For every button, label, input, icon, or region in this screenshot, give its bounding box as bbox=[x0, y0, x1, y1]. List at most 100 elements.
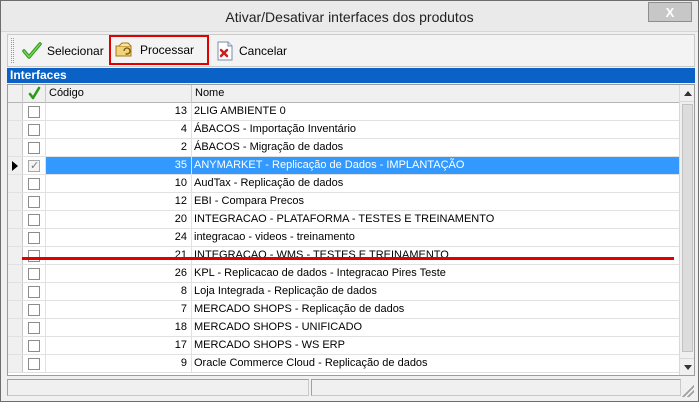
row-checkbox[interactable] bbox=[28, 124, 40, 136]
row-indicator[interactable] bbox=[8, 121, 23, 138]
name-cell: AudTax - Replicação de dados bbox=[194, 177, 344, 189]
row-checkbox[interactable] bbox=[28, 340, 40, 352]
name-cell: EBI - Compara Precos bbox=[194, 195, 305, 207]
row-checkbox[interactable] bbox=[28, 322, 40, 334]
code-column-header[interactable]: Código bbox=[46, 85, 192, 103]
row-indicator[interactable] bbox=[8, 229, 23, 246]
row-checkbox[interactable] bbox=[28, 106, 40, 118]
row-indicator[interactable] bbox=[8, 139, 23, 156]
grid-rows: 13 2LIG AMBIENTE 0 4 ÁBACOS - Importação In… bbox=[8, 103, 679, 373]
annotation-underline bbox=[22, 257, 674, 260]
interfaces-grid: Código Nome 13 2LIG AMBIENTE 0 4 ÁBACOS - I… bbox=[7, 84, 695, 376]
row-checkbox[interactable] bbox=[28, 196, 40, 208]
name-column-header[interactable]: Nome bbox=[192, 85, 679, 103]
status-bar bbox=[7, 378, 695, 398]
name-cell: Oracle Commerce Cloud - Replicação de da… bbox=[194, 357, 428, 369]
toolbar: Selecionar Processar Cancelar bbox=[7, 34, 695, 67]
table-row[interactable]: 17 MERCADO SHOPS - WS ERP bbox=[8, 337, 679, 355]
row-checkbox[interactable] bbox=[28, 358, 40, 370]
table-row[interactable]: 2 ÁBACOS - Migração de dados bbox=[8, 139, 679, 157]
table-row[interactable]: 7 MERCADO SHOPS - Replicação de dados bbox=[8, 301, 679, 319]
row-checkbox-cell bbox=[23, 337, 46, 354]
process-button[interactable]: Processar bbox=[109, 35, 209, 65]
toolbar-grip[interactable] bbox=[11, 38, 14, 63]
close-button[interactable]: X bbox=[648, 2, 692, 22]
row-indicator[interactable] bbox=[8, 301, 23, 318]
row-indicator[interactable] bbox=[8, 247, 23, 264]
check-column-header[interactable] bbox=[23, 85, 46, 103]
name-cell: KPL - Replicacao de dados - Integracao P… bbox=[194, 267, 446, 279]
row-indicator[interactable] bbox=[8, 337, 23, 354]
cancel-button-label: Cancelar bbox=[239, 43, 288, 58]
code-cell: 8 bbox=[46, 283, 192, 300]
row-checkbox-cell bbox=[23, 193, 46, 210]
row-checkbox-cell bbox=[23, 175, 46, 192]
cancel-document-icon bbox=[217, 41, 233, 60]
scroll-up-button[interactable] bbox=[680, 85, 694, 102]
row-indicator[interactable] bbox=[8, 175, 23, 192]
row-checkbox-cell bbox=[23, 301, 46, 318]
cancel-button[interactable]: Cancelar bbox=[212, 36, 296, 65]
resize-grip[interactable] bbox=[682, 385, 694, 397]
row-checkbox[interactable] bbox=[28, 142, 40, 154]
table-row[interactable]: 12 EBI - Compara Precos bbox=[8, 193, 679, 211]
table-row[interactable]: 20 INTEGRACAO - PLATAFORMA - TESTES E TRE… bbox=[8, 211, 679, 229]
vertical-scrollbar[interactable] bbox=[679, 85, 694, 375]
row-checkbox-cell bbox=[23, 265, 46, 282]
table-row[interactable]: 26 KPL - Replicacao de dados - Integracao… bbox=[8, 265, 679, 283]
table-row[interactable]: 8 Loja Integrada - Replicação de dados bbox=[8, 283, 679, 301]
row-indicator[interactable] bbox=[8, 355, 23, 372]
scroll-thumb[interactable] bbox=[682, 104, 693, 352]
row-checkbox-cell bbox=[23, 283, 46, 300]
row-checkbox-cell bbox=[23, 319, 46, 336]
row-checkbox[interactable] bbox=[28, 268, 40, 280]
row-checkbox-cell bbox=[23, 247, 46, 264]
name-cell: ANYMARKET - Replicação de Dados - IMPLAN… bbox=[192, 157, 679, 174]
table-row[interactable]: 9 Oracle Commerce Cloud - Replicação de d… bbox=[8, 355, 679, 373]
row-checkbox-cell bbox=[23, 157, 46, 175]
code-cell: 13 bbox=[46, 103, 192, 120]
code-cell: 9 bbox=[46, 355, 192, 372]
checkmark-icon bbox=[22, 41, 42, 59]
chevron-up-icon bbox=[684, 90, 692, 96]
row-indicator[interactable] bbox=[8, 193, 23, 210]
status-panel-left bbox=[7, 379, 309, 396]
row-indicator[interactable] bbox=[8, 103, 23, 120]
row-checkbox[interactable] bbox=[28, 286, 40, 298]
code-cell: 10 bbox=[46, 175, 192, 192]
row-checkbox-cell bbox=[23, 139, 46, 156]
code-cell: 17 bbox=[46, 337, 192, 354]
scroll-down-button[interactable] bbox=[680, 358, 694, 375]
row-checkbox[interactable] bbox=[28, 158, 40, 175]
row-checkbox[interactable] bbox=[28, 232, 40, 244]
table-row[interactable]: 13 2LIG AMBIENTE 0 bbox=[8, 103, 679, 121]
code-cell: 20 bbox=[46, 211, 192, 228]
row-checkbox[interactable] bbox=[28, 178, 40, 190]
name-cell: MERCADO SHOPS - WS ERP bbox=[194, 339, 345, 351]
name-cell: INTEGRACAO - PLATAFORMA - TESTES E TREIN… bbox=[194, 213, 495, 225]
table-row[interactable]: 21 INTEGRACAO - WMS - TESTES E TREINAMENT… bbox=[8, 247, 679, 265]
select-button[interactable]: Selecionar bbox=[18, 36, 114, 65]
table-row[interactable]: 4 ÁBACOS - Importação Inventário bbox=[8, 121, 679, 139]
row-indicator[interactable] bbox=[8, 211, 23, 228]
name-cell: MERCADO SHOPS - UNIFICADO bbox=[194, 321, 363, 333]
table-row[interactable]: 10 AudTax - Replicação de dados bbox=[8, 175, 679, 193]
row-indicator[interactable] bbox=[8, 265, 23, 282]
grid-header: Código Nome bbox=[8, 85, 679, 103]
row-indicator[interactable] bbox=[8, 319, 23, 336]
table-row[interactable]: 24 integracao - videos - treinamento bbox=[8, 229, 679, 247]
name-cell: MERCADO SHOPS - Replicação de dados bbox=[194, 303, 405, 315]
code-cell: 2 bbox=[46, 139, 192, 156]
row-indicator[interactable] bbox=[8, 283, 23, 300]
row-checkbox[interactable] bbox=[28, 214, 40, 226]
row-indicator-header bbox=[8, 85, 23, 103]
row-checkbox-cell bbox=[23, 103, 46, 120]
row-checkbox[interactable] bbox=[28, 250, 40, 262]
process-icon bbox=[115, 42, 132, 57]
title-bar: Ativar/Desativar interfaces dos produtos… bbox=[1, 1, 698, 32]
row-indicator[interactable] bbox=[8, 157, 23, 174]
name-cell: ÁBACOS - Importação Inventário bbox=[194, 123, 357, 135]
table-row[interactable]: 18 MERCADO SHOPS - UNIFICADO bbox=[8, 319, 679, 337]
table-row[interactable]: 35ANYMARKET - Replicação de Dados - IMPL… bbox=[8, 157, 679, 175]
row-checkbox[interactable] bbox=[28, 304, 40, 316]
